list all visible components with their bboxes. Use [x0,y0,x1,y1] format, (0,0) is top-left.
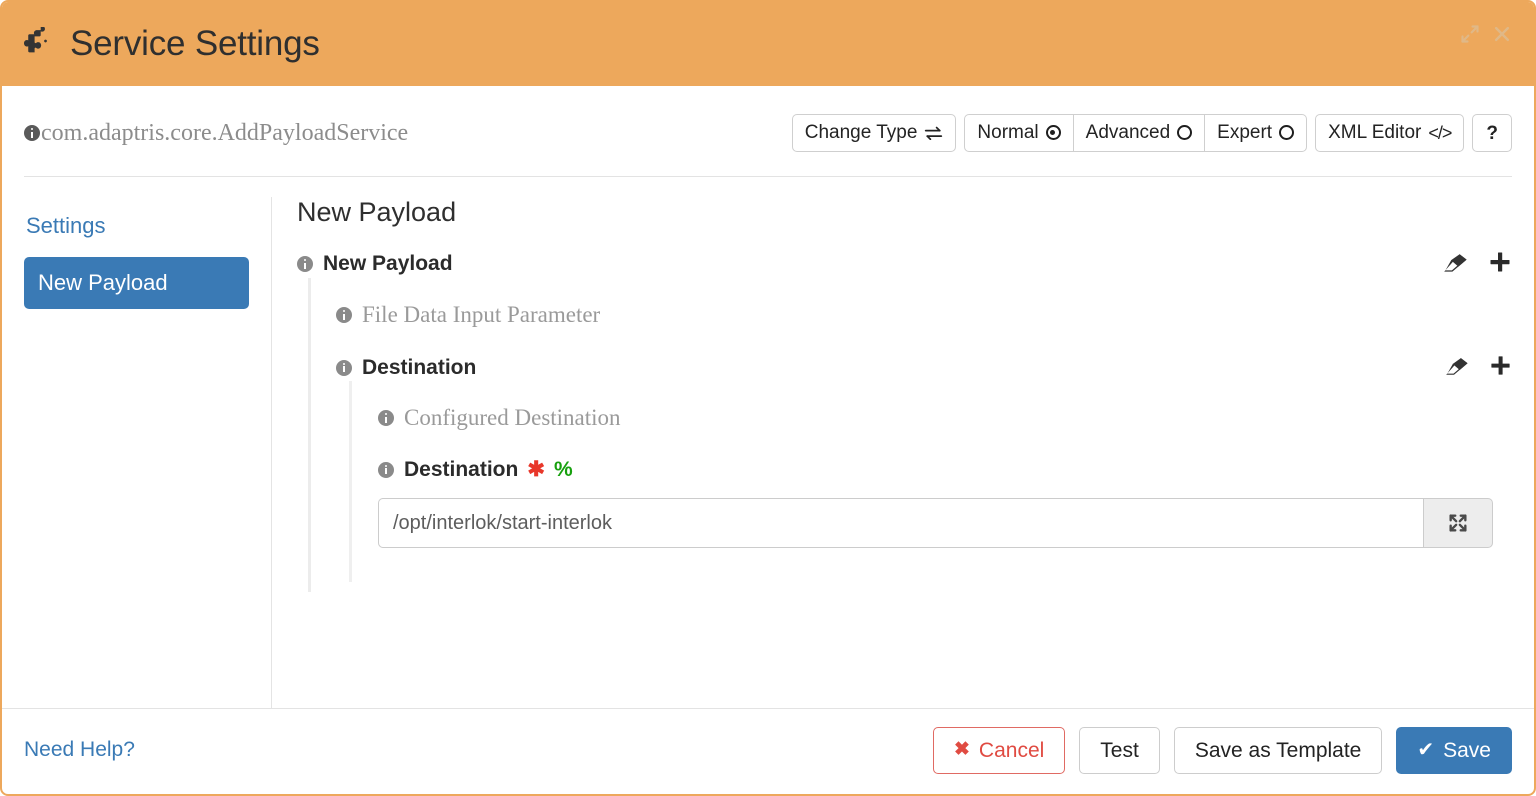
save-as-template-button[interactable]: Save as Template [1173,726,1383,774]
test-button[interactable]: Test [1079,726,1160,774]
field-destination-label-row: Destination ✱ % [378,457,1512,482]
destination-input[interactable] [378,498,1423,548]
nested-group-level-2: Configured Destination Destination ✱ % [349,381,1512,582]
info-icon[interactable] [336,307,352,323]
info-icon[interactable] [378,461,394,478]
code-icon: </> [1428,122,1452,143]
section-destination-actions [1444,354,1512,381]
change-type-label: Change Type [804,122,918,143]
mode-expert-label: Expert [1217,122,1273,143]
nested-group-level-1: File Data Input Parameter Destination Co… [308,278,1512,592]
required-asterisk-icon: ✱ [527,458,545,481]
section-new-payload-actions [1442,250,1512,278]
section-file-data-input-parameter: File Data Input Parameter [336,302,1512,328]
mode-normal-label: Normal [977,122,1039,143]
settings-form: New Payload New Payload File Data Input … [272,197,1512,708]
mode-option-expert[interactable]: Expert [1205,114,1308,152]
section-file-data-input-parameter-text: File Data Input Parameter [362,302,601,327]
section-new-payload-label: New Payload [297,252,453,276]
sidebar-item-settings[interactable]: Settings [24,207,249,245]
dialog-footer: Need Help? ✖ Cancel Test Save as Templat… [2,707,1534,794]
eraser-icon[interactable] [1442,253,1468,275]
save-label: Save [1443,738,1491,762]
radio-unselected-icon [1279,125,1295,140]
section-configured-destination-text: Configured Destination [404,405,621,430]
service-class-name: com.adaptris.core.AddPayloadService [24,120,408,147]
xml-editor-button[interactable]: XML Editor </> [1315,114,1465,152]
mode-advanced-label: Advanced [1085,122,1171,143]
header-toolbar: Change Type Normal Advanced Expert XML E… [791,114,1512,152]
save-as-template-label: Save as Template [1194,738,1362,762]
section-destination: Destination [336,354,1512,381]
section-configured-destination: Configured Destination [378,405,1512,431]
swap-arrows-icon [924,126,943,140]
sidebar-item-new-payload[interactable]: New Payload [24,257,249,309]
expand-arrows-icon [1447,512,1469,534]
titlebar-left: Service Settings [22,24,320,64]
field-destination-label: Destination [404,457,519,481]
section-destination-label: Destination [336,356,476,380]
help-label: ? [1486,122,1498,144]
page-title: New Payload [297,197,457,227]
section-new-payload-text: New Payload [323,252,453,275]
radio-selected-icon [1045,125,1061,140]
field-destination-input-row [378,498,1493,548]
info-icon[interactable] [378,410,394,426]
destination-expand-button[interactable] [1423,498,1493,548]
plus-icon[interactable] [1488,250,1512,278]
field-destination-label-group: Destination ✱ % [378,457,573,482]
radio-unselected-icon [1177,125,1193,140]
header-inner: com.adaptris.core.AddPayloadService Chan… [24,114,1512,177]
footer-buttons: ✖ Cancel Test Save as Template ✔ Save [933,726,1512,774]
help-button[interactable]: ? [1472,114,1512,152]
close-icon[interactable] [1492,24,1512,44]
service-class-name-text: com.adaptris.core.AddPayloadService [41,119,409,146]
dialog-title: Service Settings [70,24,320,63]
mode-radio-group: Normal Advanced Expert [964,114,1308,152]
mode-option-advanced[interactable]: Advanced [1073,114,1206,152]
row-spacer [336,328,1512,354]
mode-option-normal[interactable]: Normal [964,114,1074,152]
section-configured-destination-label: Configured Destination [378,405,621,431]
puzzle-piece-icon [22,27,56,61]
row-spacer [378,431,1512,457]
info-icon[interactable] [336,359,352,376]
titlebar-controls [1460,2,1512,44]
xml-editor-label: XML Editor [1328,122,1422,143]
dialog-titlebar: Service Settings [2,2,1534,86]
change-type-button[interactable]: Change Type [791,114,957,152]
section-destination-text: Destination [362,355,477,379]
test-label: Test [1100,738,1139,762]
eraser-icon[interactable] [1444,357,1469,378]
expand-icon[interactable] [1460,24,1480,44]
info-icon[interactable] [24,125,40,141]
cancel-button[interactable]: ✖ Cancel [933,726,1066,774]
need-help-link[interactable]: Need Help? [24,738,135,762]
service-settings-dialog: Service Settings com.adaptris.core.AddPa… [0,0,1536,796]
plus-icon[interactable] [1489,354,1512,381]
close-icon: ✖ [954,739,970,760]
dialog-body: Settings New Payload New Payload New Pay… [2,177,1534,708]
dialog-header: com.adaptris.core.AddPayloadService Chan… [2,86,1534,177]
percent-variable-icon: % [553,457,573,481]
sidebar: Settings New Payload [24,197,272,708]
section-file-data-input-parameter-label: File Data Input Parameter [336,302,600,328]
section-new-payload: New Payload [297,250,1512,278]
check-icon: ✔ [1417,739,1435,762]
info-icon[interactable] [297,256,313,272]
save-button[interactable]: ✔ Save [1396,726,1512,774]
cancel-label: Cancel [978,738,1045,762]
